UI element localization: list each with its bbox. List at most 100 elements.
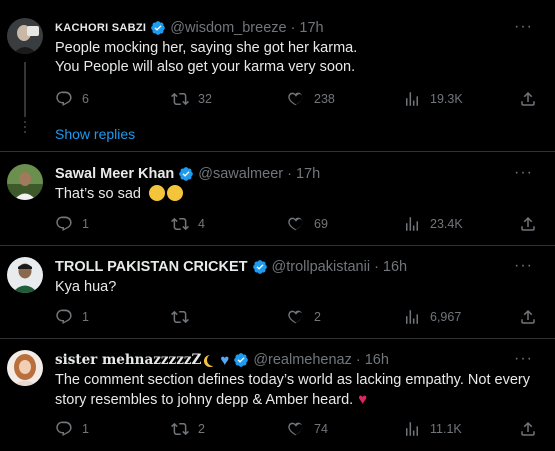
retweet-icon (171, 90, 189, 108)
like-button[interactable]: 238 (287, 90, 335, 108)
tweet-text-line: The comment section defines today’s worl… (55, 372, 530, 388)
more-icon[interactable]: ··· (514, 257, 533, 275)
like-icon (287, 420, 305, 438)
tweet-text-span: story resembles to johny depp & Amber he… (55, 392, 354, 408)
verified-badge-icon (178, 166, 194, 182)
reply-count: 1 (82, 217, 89, 231)
action-bar: 1 2 6,967 (55, 308, 540, 328)
more-icon[interactable]: ··· (514, 350, 533, 368)
avatar[interactable] (7, 350, 43, 386)
like-count: 238 (314, 92, 335, 106)
retweet-count: 4 (198, 217, 205, 231)
author-name[interactable]: sister mehnazzzzzZ (55, 352, 201, 368)
blue-heart-icon: ♥ (220, 351, 230, 369)
avatar[interactable] (7, 18, 43, 54)
share-button[interactable] (519, 308, 537, 326)
reply-button[interactable]: 1 (55, 215, 89, 233)
like-count: 74 (314, 422, 328, 436)
views-count: 19.3K (430, 92, 463, 106)
like-button[interactable]: 74 (287, 420, 328, 438)
timestamp[interactable]: 16h (383, 259, 407, 275)
timestamp[interactable]: 17h (296, 166, 320, 182)
retweet-icon (171, 420, 189, 438)
divider (0, 245, 555, 246)
divider (0, 151, 555, 152)
tweet-text-line: People mocking her, saying she got her k… (55, 40, 358, 56)
views-icon (403, 215, 421, 233)
share-button[interactable] (519, 90, 537, 108)
separator-dot: · (287, 166, 292, 182)
verified-badge-icon (252, 259, 268, 275)
retweet-button[interactable]: 4 (171, 215, 205, 233)
tweet-text-line: That’s so sad (55, 186, 141, 202)
share-icon (519, 215, 537, 233)
reply-button[interactable]: 1 (55, 420, 89, 438)
author-name[interactable]: TROLL PAKISTAN CRICKET (55, 259, 248, 275)
more-icon[interactable]: ··· (514, 18, 533, 36)
thread-dots (24, 121, 26, 133)
retweet-button[interactable]: 2 (171, 420, 205, 438)
crescent-moon-icon (207, 354, 219, 366)
views-button[interactable]: 11.1K (403, 420, 462, 438)
reply-count: 1 (82, 422, 89, 436)
show-replies-link[interactable]: Show replies (55, 126, 135, 142)
reply-button[interactable]: 6 (55, 90, 89, 108)
like-icon (287, 308, 305, 326)
separator-dot: · (355, 352, 361, 368)
tweet-text: The comment section defines today’s worl… (55, 371, 530, 410)
share-button[interactable] (519, 215, 537, 233)
share-icon (519, 90, 537, 108)
like-icon (287, 215, 305, 233)
separator-dot: · (290, 20, 296, 36)
like-button[interactable]: 2 (287, 308, 321, 326)
views-icon (403, 308, 421, 326)
views-button[interactable]: 6,967 (403, 308, 461, 326)
action-bar: 1 4 69 23.4K (55, 215, 540, 235)
like-icon (287, 90, 305, 108)
author-name[interactable]: Sawal Meer Khan (55, 166, 174, 182)
crying-face-icon (167, 185, 184, 201)
retweet-button[interactable] (171, 308, 198, 326)
share-icon (519, 420, 537, 438)
reply-icon (55, 308, 73, 326)
thread-line (24, 62, 26, 117)
views-icon (403, 420, 421, 438)
tweet-text-line: You People will also get your karma very… (55, 59, 356, 75)
tweet-text-line: Kya hua? (55, 279, 117, 295)
tweet-text: Kya hua? (55, 278, 116, 297)
author-name[interactable]: KACHORI SABZI (55, 22, 146, 34)
timestamp[interactable]: 16h (365, 352, 389, 368)
views-icon (403, 90, 421, 108)
reply-button[interactable]: 1 (55, 308, 89, 326)
more-icon[interactable]: ··· (514, 164, 533, 182)
reply-icon (55, 215, 73, 233)
tweet-text-line: story resembles to johny depp & Amber he… (55, 390, 530, 410)
views-button[interactable]: 19.3K (403, 90, 463, 108)
share-button[interactable] (519, 420, 537, 438)
retweet-icon (171, 308, 189, 326)
reply-icon (55, 420, 73, 438)
like-count: 2 (314, 310, 321, 324)
retweet-icon (171, 215, 189, 233)
tweet-text: That’s so sad (55, 185, 184, 204)
views-count: 6,967 (430, 310, 462, 324)
timestamp[interactable]: 17h (299, 20, 323, 36)
author-handle[interactable]: @wisdom_breeze (170, 20, 286, 36)
author-handle[interactable]: @realmehenaz (253, 352, 352, 368)
avatar[interactable] (7, 164, 43, 200)
reply-icon (55, 90, 73, 108)
like-count: 69 (314, 217, 328, 231)
author-handle[interactable]: @sawalmeer (198, 166, 283, 182)
reply-count: 6 (82, 92, 89, 106)
author-handle[interactable]: @trollpakistanii (272, 259, 371, 275)
retweet-count: 32 (198, 92, 212, 106)
views-button[interactable]: 23.4K (403, 215, 463, 233)
tweet-text: People mocking her, saying she got her k… (55, 39, 357, 77)
verified-badge-icon (150, 20, 166, 36)
retweet-button[interactable]: 32 (171, 90, 212, 108)
like-button[interactable]: 69 (287, 215, 328, 233)
views-count: 23.4K (430, 217, 463, 231)
reply-count: 1 (82, 310, 89, 324)
separator-dot: · (374, 259, 379, 275)
avatar[interactable] (7, 257, 43, 293)
